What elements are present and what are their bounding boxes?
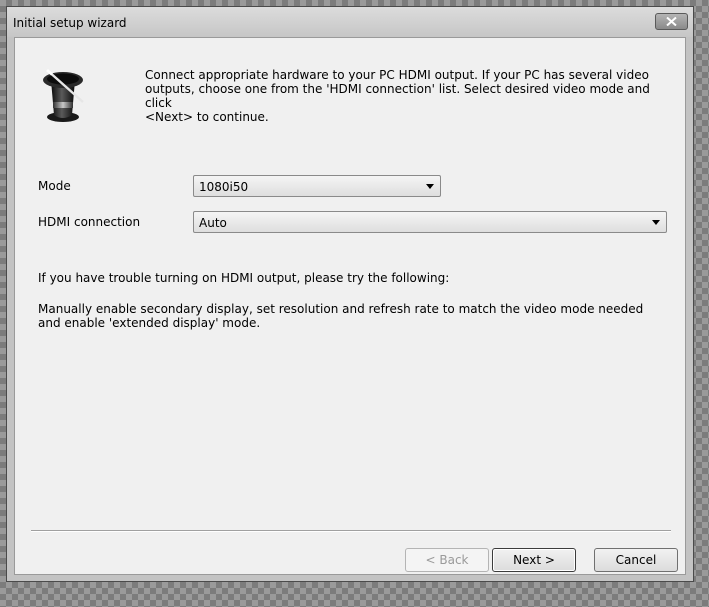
- wizard-content: Connect appropriate hardware to your PC …: [14, 37, 686, 575]
- hdmi-instructions-text: Manually enable secondary display, set r…: [38, 302, 644, 330]
- close-x-icon: [666, 17, 677, 26]
- hdmi-connection-select-value: Auto: [199, 216, 227, 230]
- back-button[interactable]: < Back: [405, 548, 489, 572]
- hdmi-trouble-text: If you have trouble turning on HDMI outp…: [38, 271, 450, 285]
- mode-select[interactable]: 1080i50: [193, 175, 441, 197]
- close-button[interactable]: [655, 13, 688, 30]
- cancel-button[interactable]: Cancel: [594, 548, 678, 572]
- window-title: Initial setup wizard: [13, 16, 127, 30]
- mode-label: Mode: [38, 179, 71, 193]
- chevron-down-icon[interactable]: [426, 184, 434, 189]
- next-button[interactable]: Next >: [492, 548, 576, 572]
- hdmi-connection-select[interactable]: Auto: [193, 211, 667, 233]
- mode-select-value: 1080i50: [199, 180, 249, 194]
- setup-wizard-window: Initial setup wizard Connect appropriate…: [6, 6, 694, 582]
- hdmi-connection-label: HDMI connection: [38, 215, 141, 229]
- chevron-down-icon[interactable]: [652, 220, 660, 225]
- intro-description: Connect appropriate hardware to your PC …: [145, 68, 650, 124]
- button-separator: [31, 530, 671, 532]
- title-bar[interactable]: Initial setup wizard: [7, 7, 693, 37]
- top-hat-magic-wand-icon: [43, 68, 84, 122]
